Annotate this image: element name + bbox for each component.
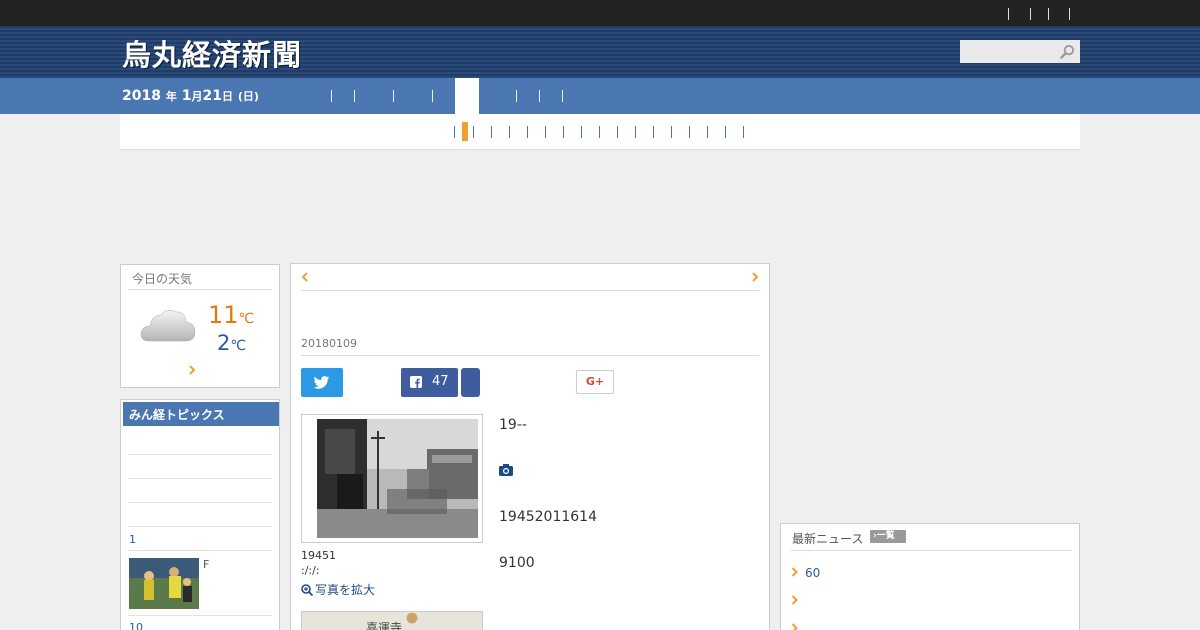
facebook-share-count: 47 [432,374,449,389]
subnav-item[interactable] [599,126,600,138]
subnav-item[interactable] [509,126,510,138]
facebook-like-button[interactable] [461,368,480,397]
nav-item-active[interactable] [455,78,479,114]
divider [791,550,1071,551]
nav-item[interactable] [539,90,540,102]
top-link-separator [1069,8,1070,20]
subnav-item[interactable] [454,126,455,138]
latest-news: 最新ニュース ›一覧 60 [780,523,1080,630]
divider [128,502,272,503]
nav-item[interactable] [562,90,563,102]
subnav-item[interactable] [725,126,726,138]
minkei-topics: みん経トピックス 1 F 10 [120,399,280,630]
topic-item[interactable]: F [203,558,209,571]
top-link-separator [1030,8,1031,20]
subnav-item[interactable] [635,126,636,138]
article-body-paragraph: 19452011614 [499,509,597,525]
topic-item[interactable]: 1 [129,533,136,546]
divider [128,550,272,551]
nav-item[interactable] [516,90,517,102]
subnav-item[interactable] [743,126,744,138]
cloud-icon [140,309,196,342]
article-body-paragraph: 9100 [499,555,535,571]
divider [301,290,759,291]
photo-caption: 19451 [301,549,336,562]
topics-title: みん経トピックス [123,402,279,426]
photo-credit: :/:/: [301,564,320,577]
subnav-item[interactable] [617,126,618,138]
article-photo[interactable] [301,414,483,543]
twitter-share-button[interactable] [301,368,343,397]
facebook-share-button[interactable]: 47 [401,368,458,397]
camera-icon[interactable] [499,464,513,476]
chevron-right-icon[interactable] [187,365,197,375]
zoom-photo-link[interactable]: 写真を拡大 [301,581,375,598]
article-photo-image[interactable] [317,419,478,538]
site-header: 烏丸経済新聞 [0,26,1200,78]
news-list-button[interactable]: ›一覧 [870,530,906,543]
temperature-high: 11℃ [208,301,255,329]
chevron-right-icon[interactable] [791,623,798,630]
topic-item[interactable]: 10 [129,621,143,630]
chevron-right-icon [791,567,798,577]
subnav-item[interactable] [473,126,474,138]
subnav-item[interactable] [671,126,672,138]
temperature-low: 2℃ [217,331,247,355]
divider [128,615,272,616]
search-box [960,40,1080,63]
article-map[interactable]: 喜運寺 [301,611,483,630]
subnav-item-active[interactable] [462,122,468,141]
nav-item[interactable] [432,90,433,102]
facebook-icon [410,376,422,388]
news-item[interactable]: 60 [805,566,820,580]
topic-thumbnail[interactable] [129,558,199,609]
nav-item[interactable] [354,90,355,102]
divider [128,454,272,455]
subnav-item[interactable] [707,126,708,138]
divider [129,289,271,290]
temple-icon [406,612,418,624]
current-date: 2018 年 1月21日 (日) [122,88,259,104]
subnav-item[interactable] [653,126,654,138]
subnav-item[interactable] [545,126,546,138]
top-link-separator [1008,8,1009,20]
search-input[interactable] [960,40,1056,63]
divider [301,355,759,356]
divider [128,478,272,479]
subnav-item[interactable] [527,126,528,138]
subnav-item[interactable] [581,126,582,138]
chevron-right-icon[interactable] [791,595,798,605]
map-label: 喜運寺 [366,621,403,630]
chevron-left-icon[interactable] [301,272,309,282]
search-icon[interactable] [1060,44,1075,59]
weather-widget: 今日の天気 11℃ 2℃ [120,264,280,388]
divider [128,526,272,527]
top-link-separator [1048,8,1049,20]
weather-title: 今日の天気 [132,272,193,286]
chevron-right-icon[interactable] [751,272,759,282]
zoom-in-icon [301,584,313,596]
category-subnav [120,114,1080,150]
subnav-item[interactable] [491,126,492,138]
top-bar [0,0,1200,26]
article-body-paragraph: 19-- [499,417,527,433]
date-nav-bar: 2018 年 1月21日 (日) [0,78,1200,114]
article-panel: 20180109 47 G+ 19451 :/:/: 写真を拡大 喜運寺 19-… [290,263,770,630]
twitter-icon [313,376,330,389]
googleplus-share-button[interactable]: G+ [576,370,614,394]
article-date: 20180109 [301,337,357,350]
nav-item[interactable] [331,90,332,102]
subnav-item[interactable] [689,126,690,138]
site-logo[interactable]: 烏丸経済新聞 [122,32,302,74]
nav-item[interactable] [393,90,394,102]
subnav-item[interactable] [563,126,564,138]
latest-news-title: 最新ニュース [792,532,864,546]
